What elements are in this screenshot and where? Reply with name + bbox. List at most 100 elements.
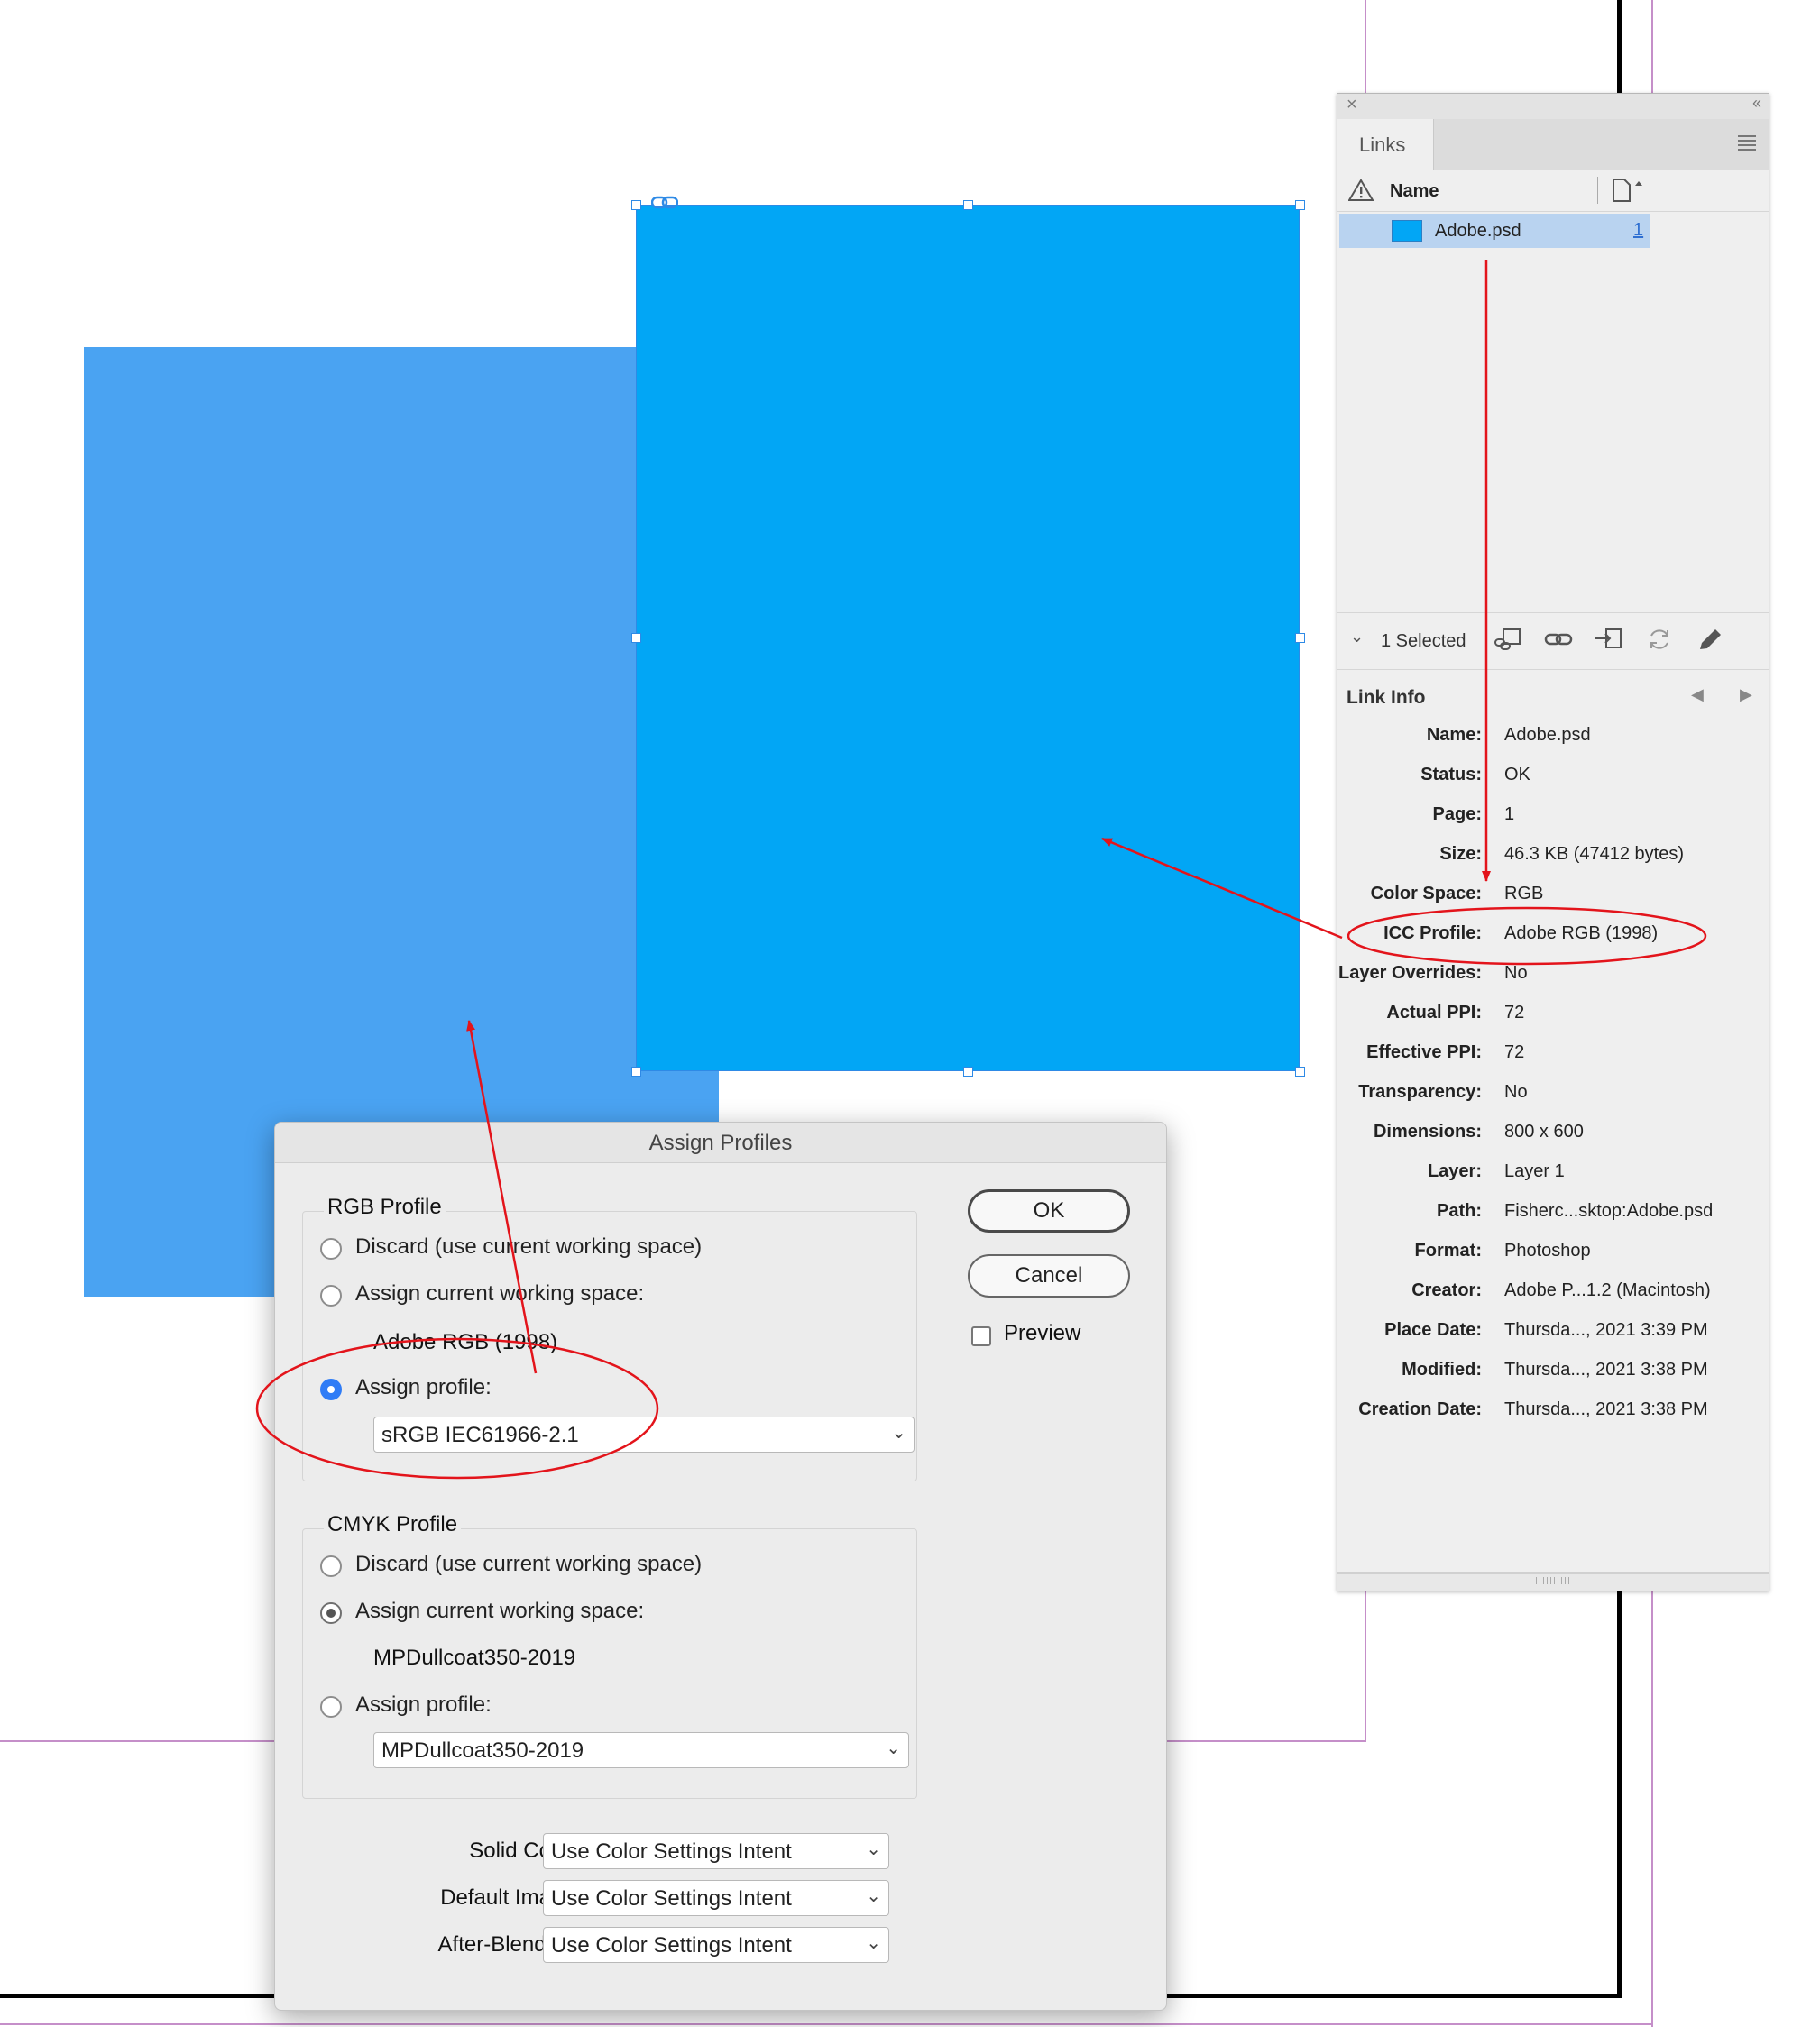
selection-handle-middle-right[interactable] (1295, 633, 1305, 643)
link-info-value: Layer 1 (1504, 1161, 1565, 1181)
selection-handle-middle-left[interactable] (631, 633, 641, 643)
edit-original-icon[interactable] (1695, 626, 1725, 653)
link-info-label: Creation Date: (1358, 1399, 1482, 1419)
link-info-value: No (1504, 1082, 1528, 1102)
link-info-label: Size: (1439, 844, 1482, 864)
link-info-row: Status: OK (1337, 765, 1752, 792)
link-info-value: 800 x 600 (1504, 1122, 1584, 1142)
link-info-value: OK (1504, 765, 1530, 784)
dialog-titlebar: Assign Profiles (275, 1123, 1166, 1163)
link-info-row: Effective PPI: 72 (1337, 1042, 1752, 1069)
cmyk-assign-current-radio[interactable] (320, 1602, 342, 1624)
resize-grip-icon[interactable] (1536, 1577, 1572, 1584)
link-info-value: RGB (1504, 884, 1544, 903)
relink-icon[interactable] (1543, 626, 1574, 653)
default-image-intent-value: Use Color Settings Intent (551, 1886, 792, 1911)
link-item-name: Adobe.psd (1435, 221, 1521, 241)
link-info-label: Page: (1432, 804, 1482, 824)
panel-resize-bar[interactable] (1337, 1572, 1769, 1591)
link-item-row[interactable]: Adobe.psd 1 (1339, 214, 1650, 248)
link-info-value: Thursda..., 2021 3:39 PM (1504, 1320, 1708, 1340)
link-info-label: Status: (1420, 765, 1482, 784)
dialog-title: Assign Profiles (648, 1131, 793, 1155)
relink-from-cc-icon[interactable] (1493, 626, 1523, 653)
links-column-header: Name (1337, 170, 1769, 212)
chevron-down-icon: ⌄ (886, 1738, 901, 1758)
next-link-icon[interactable]: ▶ (1740, 685, 1752, 704)
solid-color-intent-select[interactable]: Use Color Settings Intent ⌄ (543, 1833, 889, 1869)
bleed-guide-bottom (0, 2023, 1653, 2025)
link-info-value: Thursda..., 2021 3:38 PM (1504, 1360, 1708, 1380)
link-info-value: 72 (1504, 1042, 1525, 1062)
link-info-title[interactable]: Link Info (1347, 687, 1426, 709)
chevron-down-icon: ⌄ (866, 1933, 881, 1953)
rgb-profile-select[interactable]: sRGB IEC61966-2.1 ⌄ (373, 1417, 915, 1453)
link-info-row: Layer Overrides: No (1337, 963, 1752, 990)
rgb-discard-radio[interactable] (320, 1238, 342, 1260)
link-info-label: Transparency: (1358, 1082, 1482, 1102)
selection-handle-top-right[interactable] (1295, 200, 1305, 210)
link-info-row: Transparency: No (1337, 1082, 1752, 1109)
selection-handle-bottom-left[interactable] (631, 1067, 641, 1077)
selection-handle-top-left[interactable] (631, 200, 641, 210)
cmyk-assign-current-label: Assign current working space: (355, 1599, 645, 1623)
link-info-row: Creator: Adobe P...1.2 (Macintosh) (1337, 1280, 1752, 1307)
rgb-assign-profile-radio[interactable] (320, 1379, 342, 1400)
cmyk-discard-label: Discard (use current working space) (355, 1552, 703, 1576)
previous-link-icon[interactable]: ◀ (1691, 685, 1704, 704)
warning-icon[interactable] (1348, 179, 1374, 202)
links-panel: × ‹‹ Links Name Adobe.psd 1 ⌄ 1 Selected (1337, 93, 1769, 1591)
cmyk-discard-radio[interactable] (320, 1555, 342, 1577)
link-info-row: Name: Adobe.psd (1337, 725, 1752, 752)
link-info-label: Dimensions: (1373, 1122, 1482, 1142)
link-info-value: No (1504, 963, 1528, 983)
cmyk-assign-profile-radio[interactable] (320, 1696, 342, 1718)
go-to-link-icon[interactable] (1594, 626, 1624, 653)
cmyk-assign-profile-label: Assign profile: (355, 1692, 492, 1717)
link-badge-icon[interactable] (651, 195, 678, 211)
panel-menu-icon[interactable] (1738, 135, 1756, 153)
link-info-label: Effective PPI: (1366, 1042, 1482, 1062)
link-info-row: Place Date: Thursda..., 2021 3:39 PM (1337, 1320, 1752, 1347)
page-sort-icon[interactable] (1608, 177, 1644, 204)
link-info-row: Modified: Thursda..., 2021 3:38 PM (1337, 1360, 1752, 1387)
close-icon[interactable]: × (1347, 95, 1357, 115)
preview-label: Preview (1004, 1321, 1081, 1345)
default-image-intent-select[interactable]: Use Color Settings Intent ⌄ (543, 1880, 889, 1916)
cmyk-current-working-space: MPDullcoat350-2019 (373, 1646, 576, 1670)
chevron-down-icon[interactable]: ⌄ (1350, 628, 1364, 647)
link-info-label: Place Date: (1384, 1320, 1482, 1340)
link-info-value: Adobe.psd (1504, 725, 1591, 745)
link-info-value: Fisherc...sktop:Adobe.psd (1504, 1201, 1714, 1221)
link-info-row: Dimensions: 800 x 600 (1337, 1122, 1752, 1149)
cmyk-profile-title: CMYK Profile (324, 1512, 462, 1537)
link-item-page[interactable]: 1 (1633, 220, 1643, 241)
selection-handle-top-middle[interactable] (963, 200, 973, 210)
rgb-assign-current-radio[interactable] (320, 1285, 342, 1307)
ok-button[interactable]: OK (968, 1189, 1130, 1233)
chevron-down-icon: ⌄ (866, 1886, 881, 1906)
after-blending-intent-select[interactable]: Use Color Settings Intent ⌄ (543, 1927, 889, 1963)
link-info-value: Adobe RGB (1998) (1504, 923, 1659, 943)
rgb-discard-label: Discard (use current working space) (355, 1234, 703, 1259)
link-info-value: Adobe P...1.2 (Macintosh) (1504, 1280, 1711, 1300)
cancel-button[interactable]: Cancel (968, 1254, 1130, 1298)
preview-checkbox[interactable] (971, 1326, 991, 1346)
solid-color-intent-value: Use Color Settings Intent (551, 1839, 792, 1864)
link-thumbnail (1392, 220, 1422, 242)
selection-handle-bottom-right[interactable] (1295, 1067, 1305, 1077)
cmyk-profile-select[interactable]: MPDullcoat350-2019 ⌄ (373, 1732, 909, 1768)
after-blending-intent-value: Use Color Settings Intent (551, 1933, 792, 1958)
link-info-label: Path: (1437, 1201, 1482, 1221)
link-info-value: Thursda..., 2021 3:38 PM (1504, 1399, 1708, 1419)
link-info-row: Creation Date: Thursda..., 2021 3:38 PM (1337, 1399, 1752, 1426)
collapse-icon[interactable]: ‹‹ (1752, 94, 1761, 113)
column-name-header[interactable]: Name (1390, 181, 1439, 202)
cmyk-profile-select-value: MPDullcoat350-2019 (381, 1738, 584, 1763)
link-info-value: 72 (1504, 1003, 1525, 1023)
tab-links[interactable]: Links (1337, 119, 1434, 170)
update-link-icon[interactable] (1644, 626, 1675, 653)
selection-handle-bottom-middle[interactable] (963, 1067, 973, 1077)
link-info-label: Color Space: (1370, 884, 1482, 903)
link-info-row: ICC Profile: Adobe RGB (1998) (1337, 923, 1752, 950)
